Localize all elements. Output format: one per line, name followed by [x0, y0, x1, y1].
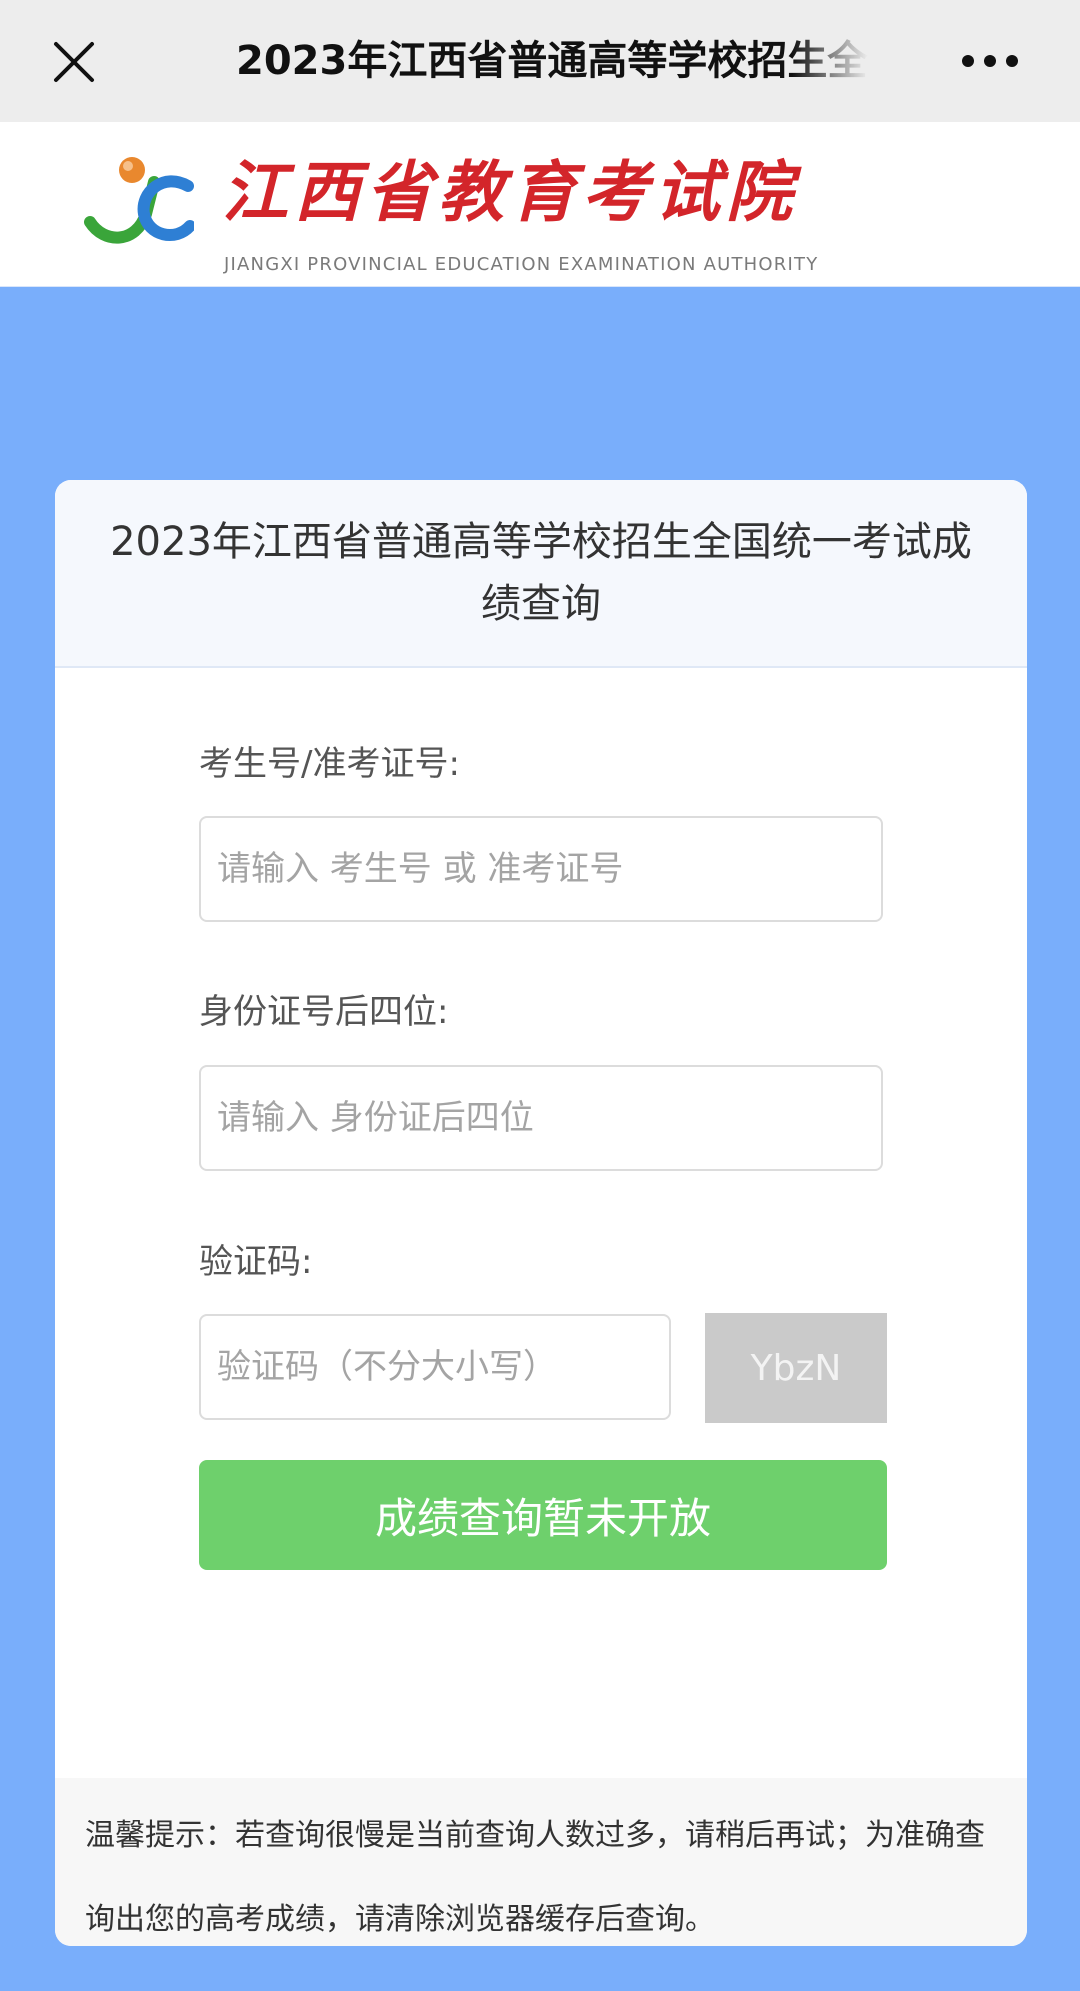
captcha-label: 验证码: — [199, 1242, 313, 1282]
nav-title: 2023年江西省普通高等学校招生全国统一考试成绩查询 — [236, 38, 868, 84]
captcha-image[interactable]: YbzN — [705, 1313, 887, 1423]
jxeea-logo-icon — [84, 157, 194, 244]
more-button[interactable] — [948, 40, 1032, 82]
submit-button[interactable]: 成绩查询暂未开放 — [199, 1460, 887, 1570]
card-title: 2023年江西省普通高等学校招生全国统一考试成绩查询 — [110, 519, 972, 627]
id-last4-label: 身份证号后四位: — [199, 992, 449, 1032]
close-button[interactable] — [44, 34, 104, 90]
close-icon — [54, 42, 94, 82]
card-header: 2023年江西省普通高等学校招生全国统一考试成绩查询 — [55, 480, 1027, 668]
exam-id-label: 考生号/准考证号: — [199, 744, 460, 784]
org-name-cn: 江西省教育考试院 — [222, 153, 798, 231]
nav-bar: 2023年江西省普通高等学校招生全国统一考试成绩查询 — [0, 0, 1080, 122]
org-name-en: JIANGXI PROVINCIAL EDUCATION EXAMINATION… — [224, 254, 819, 275]
id-last4-input[interactable] — [199, 1065, 883, 1171]
captcha-input[interactable] — [199, 1314, 671, 1420]
query-card: 2023年江西省普通高等学校招生全国统一考试成绩查询 考生号/准考证号: 身份证… — [55, 480, 1027, 1946]
more-icon — [962, 55, 1018, 67]
notice-text: 温馨提示：若查询很慢是当前查询人数过多，请稍后再试；为准确查询出您的高考成绩，请… — [55, 1778, 1027, 1946]
site-header: 江西省教育考试院 JIANGXI PROVINCIAL EDUCATION EX… — [0, 122, 1080, 287]
exam-id-input[interactable] — [199, 816, 883, 922]
